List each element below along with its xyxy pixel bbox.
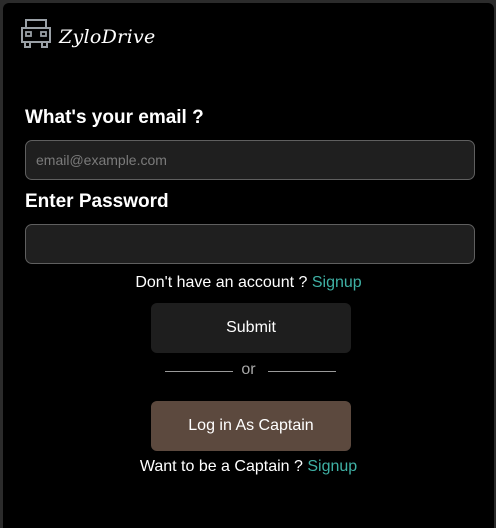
brand-logo: ZyloDrive <box>19 17 156 56</box>
captain-signup-prompt: Want to be a Captain ? Signup <box>3 458 494 476</box>
captain-prompt-text: Want to be a Captain ? <box>139 458 303 475</box>
divider-line-right <box>268 371 336 372</box>
password-field[interactable] <box>25 224 475 264</box>
submit-button[interactable]: Submit <box>151 303 351 353</box>
login-page: ZyloDrive What's your email ? Enter Pass… <box>3 3 494 528</box>
signup-link[interactable]: Signup <box>312 274 362 291</box>
captain-login-button[interactable]: Log in As Captain <box>151 401 351 451</box>
email-label: What's your email ? <box>25 107 204 128</box>
car-front-icon <box>19 17 53 56</box>
divider-or-text: or <box>241 361 256 378</box>
brand-name: ZyloDrive <box>59 25 156 48</box>
signup-prompt-text: Don't have an account ? <box>135 274 308 291</box>
captain-signup-link[interactable]: Signup <box>307 458 357 475</box>
signup-prompt: Don't have an account ? Signup <box>3 274 494 292</box>
email-field[interactable] <box>25 140 475 180</box>
password-label: Enter Password <box>25 191 169 212</box>
